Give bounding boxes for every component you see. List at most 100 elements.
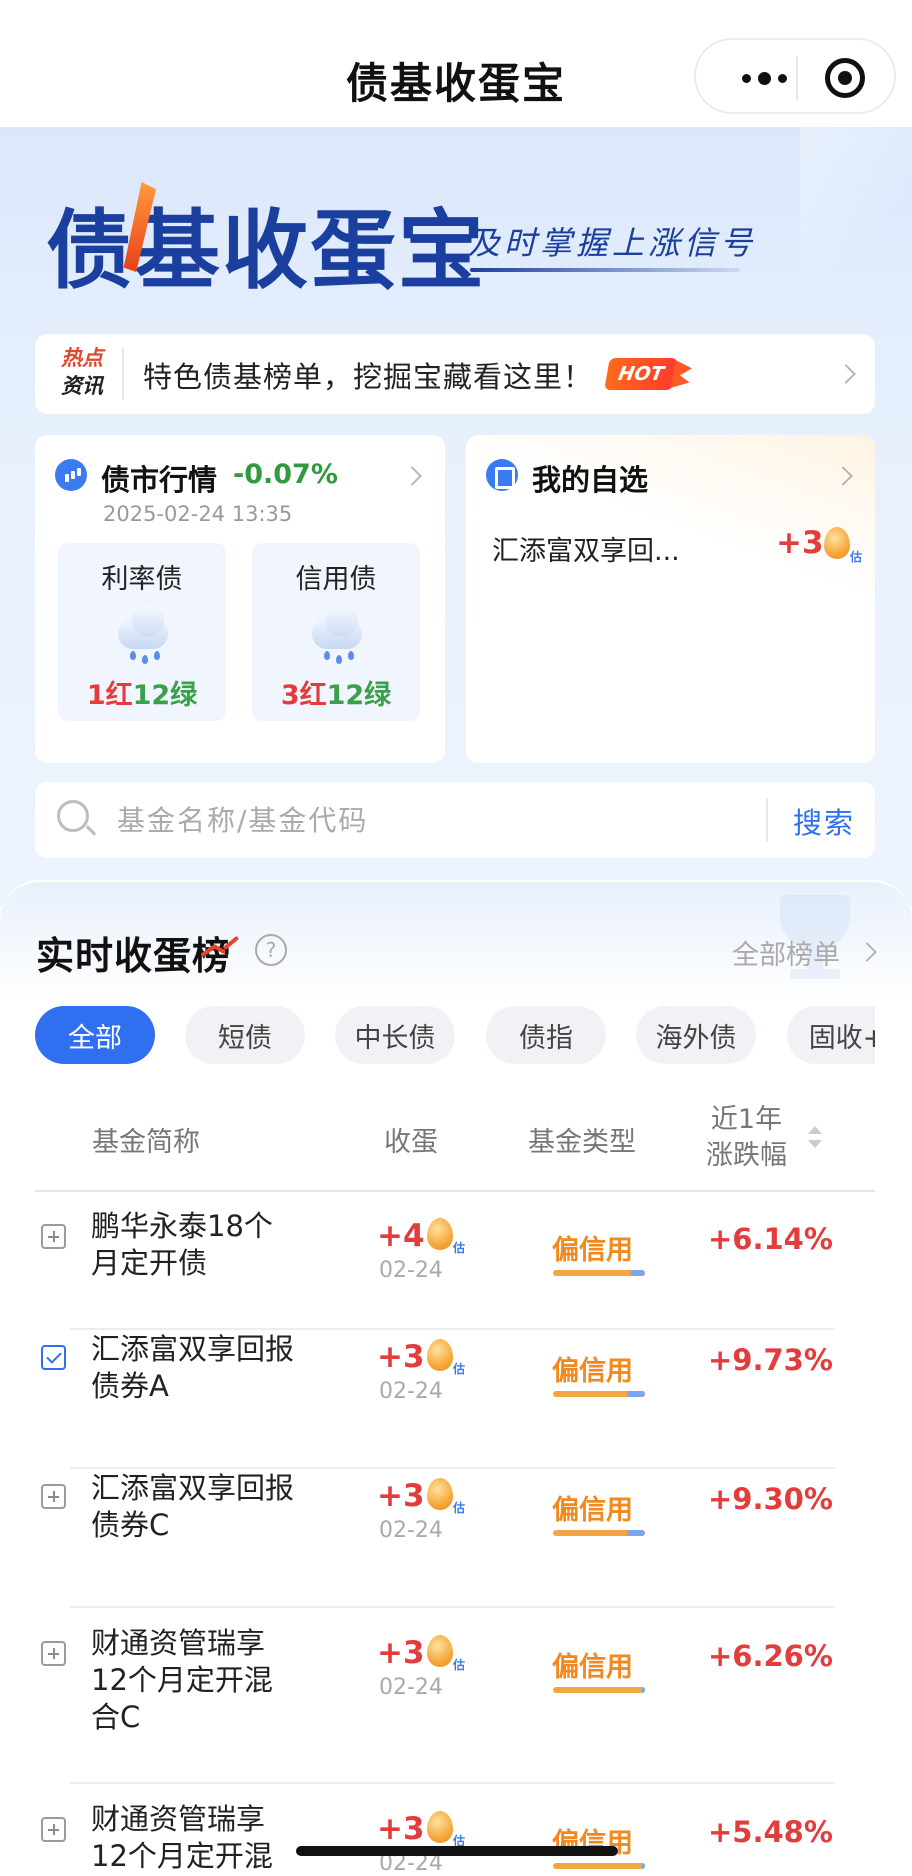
chevron-right-icon	[833, 466, 853, 486]
favorite-fund-name[interactable]: 汇添富双享回...	[492, 529, 680, 568]
chart-icon	[55, 459, 87, 491]
egg-icon: 估	[427, 1635, 467, 1673]
fund-name[interactable]: 汇添富双享回报债券A	[91, 1331, 301, 1405]
fund-type: 偏信用	[552, 1652, 633, 1683]
tab-overseas-bond[interactable]: 海外债	[636, 1006, 756, 1064]
credit-bond-count: 3红12绿	[280, 680, 392, 711]
hot-badge: HOT	[604, 358, 678, 390]
egg-icon: 估	[427, 1339, 467, 1377]
egg-date: 02-24	[379, 1675, 443, 1700]
favorite-fund-eggs: +3	[776, 525, 824, 561]
add-favorite-checkbox[interactable]	[41, 1817, 66, 1842]
one-year-change: +9.73%	[708, 1343, 833, 1377]
search-icon	[57, 800, 97, 836]
header-fund-name: 基金简称	[92, 1127, 200, 1158]
mini-program-capsule	[694, 38, 896, 114]
rain-cloud-icon	[112, 605, 172, 664]
add-favorite-checkbox[interactable]	[41, 1641, 66, 1666]
tab-short-bond[interactable]: 短债	[185, 1006, 305, 1064]
sort-icon[interactable]	[807, 1126, 823, 1152]
rate-bond-label: 利率债	[101, 564, 183, 595]
table-row[interactable]: 财通资管瑞享12个月定开混合A+3估02-24偏信用+5.48%	[0, 1783, 912, 1876]
table-row[interactable]: 汇添富双享回报债券A +3 估 02-24 偏信用 +9.73%	[0, 1329, 912, 1469]
close-miniprogram-icon[interactable]	[825, 58, 865, 98]
tab-mid-long-bond[interactable]: 中长债	[335, 1006, 455, 1064]
rain-cloud-icon	[306, 605, 366, 664]
capsule-divider	[796, 56, 798, 100]
fund-type-bar	[553, 1863, 645, 1869]
fund-type-bar	[553, 1687, 645, 1693]
bookmark-icon	[486, 459, 518, 491]
all-rankings-link[interactable]: 全部榜单	[732, 933, 840, 972]
table-row[interactable]: 汇添富双享回报债券C +3 估 02-24 偏信用 +9.30%	[0, 1468, 912, 1608]
rate-bond-count: 1红12绿	[86, 680, 198, 711]
egg-count: +3	[377, 1478, 425, 1514]
bond-market-card[interactable]: 债市行情 -0.07% 2025-02-24 13:35 利率债 1红12绿 信…	[35, 435, 445, 763]
header-1y-change[interactable]: 近1年 涨跌幅	[706, 1102, 787, 1174]
market-title: 债市行情	[101, 463, 218, 497]
egg-icon: 估	[427, 1811, 467, 1849]
egg-count: +3	[377, 1635, 425, 1671]
my-favorites-card[interactable]: 我的自选 汇添富双享回... +3 估	[466, 435, 875, 763]
hot-news-tag: 热点 资讯	[61, 346, 103, 398]
chevron-right-icon	[402, 466, 422, 486]
fund-type: 偏信用	[552, 1495, 633, 1526]
fund-name[interactable]: 财通资管瑞享12个月定开混合A	[91, 1801, 301, 1876]
egg-icon: 估	[427, 1478, 467, 1516]
egg-date: 02-24	[379, 1518, 443, 1543]
tab-bond-index[interactable]: 债指	[486, 1006, 606, 1064]
hot-divider	[122, 348, 124, 400]
home-indicator	[296, 1846, 618, 1856]
credit-bond-label: 信用债	[295, 564, 377, 595]
egg-icon: 估	[427, 1218, 467, 1256]
search-input[interactable]	[117, 796, 677, 844]
slogan-underline	[470, 268, 740, 272]
more-icon[interactable]	[724, 63, 804, 93]
fund-name[interactable]: 财通资管瑞享12个月定开混合C	[91, 1625, 301, 1736]
tab-all[interactable]: 全部	[35, 1006, 155, 1064]
table-header: 基金简称 收蛋 基金类型 近1年 涨跌幅	[0, 1100, 912, 1190]
one-year-change: +9.30%	[708, 1482, 833, 1516]
table-row[interactable]: 财通资管瑞享12个月定开混合C +3 估 02-24 偏信用 +6.26%	[0, 1607, 912, 1784]
add-favorite-checkbox[interactable]	[41, 1484, 66, 1509]
egg-count: +3	[377, 1339, 425, 1375]
credit-bond-card[interactable]: 信用债 3红12绿	[252, 543, 420, 721]
trend-up-icon	[200, 935, 240, 959]
add-favorite-checkbox[interactable]	[41, 1224, 66, 1249]
fund-name[interactable]: 汇添富双享回报债券C	[91, 1470, 301, 1544]
chevron-right-icon	[836, 364, 856, 384]
hot-news-text: 特色债基榜单，挖掘宝藏看这里！	[143, 360, 594, 394]
tab-fixed-income-plus[interactable]: 固收+	[787, 1006, 875, 1064]
slogan: 及时掌握上涨信号	[468, 224, 757, 262]
header-fund-type: 基金类型	[528, 1127, 636, 1158]
header-eggs: 收蛋	[384, 1127, 438, 1158]
table-row[interactable]: 鹏华永泰18个月定开债 +4 估 02-24 偏信用 +6.14%	[0, 1190, 912, 1330]
banner-decoration	[800, 127, 912, 317]
one-year-change: +6.14%	[708, 1222, 833, 1256]
egg-date: 02-24	[379, 1258, 443, 1283]
egg-count: +4	[377, 1218, 425, 1254]
checked-checkbox[interactable]	[41, 1345, 66, 1370]
one-year-change: +6.26%	[708, 1639, 833, 1673]
rate-bond-card[interactable]: 利率债 1红12绿	[58, 543, 226, 721]
market-timestamp: 2025-02-24 13:35	[103, 502, 293, 526]
fund-type: 偏信用	[552, 1356, 633, 1387]
navbar: 债基收蛋宝	[0, 0, 912, 127]
one-year-change: +5.48%	[708, 1815, 833, 1849]
help-icon[interactable]: ?	[255, 934, 287, 966]
fund-type-bar	[553, 1270, 645, 1276]
egg-date: 02-24	[379, 1379, 443, 1404]
egg-icon: 估	[824, 527, 864, 565]
market-change: -0.07%	[233, 459, 338, 490]
search-button[interactable]: 搜索	[793, 800, 855, 842]
favorites-title: 我的自选	[532, 463, 649, 497]
fund-type-bar	[553, 1391, 645, 1397]
fund-name[interactable]: 鹏华永泰18个月定开债	[91, 1208, 301, 1282]
fund-type: 偏信用	[552, 1235, 633, 1266]
brand-logo: 债基收蛋宝	[46, 201, 486, 301]
category-tabs: 全部 短债 中长债 债指 海外债 固收+	[35, 1006, 875, 1064]
search-bar: 搜索	[35, 782, 875, 858]
fund-type-bar	[553, 1530, 645, 1536]
search-divider	[766, 798, 768, 842]
hot-news-bar[interactable]: 热点 资讯 特色债基榜单，挖掘宝藏看这里！ HOT	[35, 334, 875, 414]
